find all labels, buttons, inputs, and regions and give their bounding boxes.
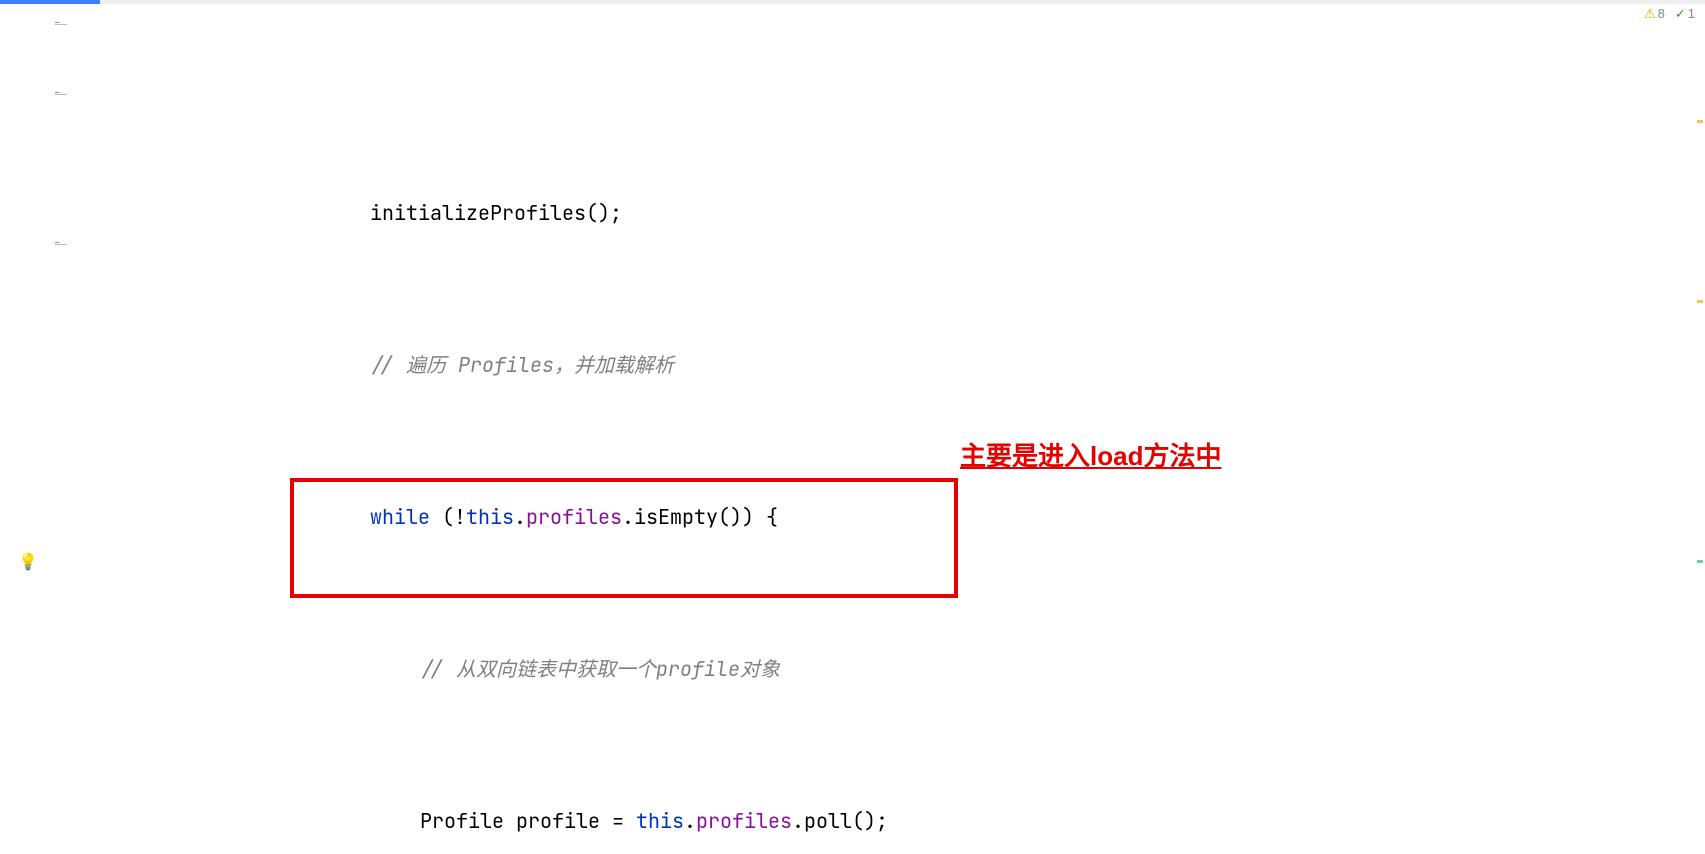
- code-text: (!: [430, 504, 466, 530]
- code-text: profile =: [504, 808, 636, 834]
- code-editor[interactable]: initializeProfiles(); // 遍历 Profiles，并加载…: [72, 4, 1705, 854]
- fold-marker[interactable]: [55, 244, 67, 245]
- comment: // 从双向链表中获取一个profile对象: [420, 656, 780, 682]
- fold-marker[interactable]: [55, 94, 67, 95]
- code-line[interactable]: // 从双向链表中获取一个profile对象: [72, 612, 1705, 650]
- scroll-marker: [1697, 120, 1703, 123]
- code-line[interactable]: Profile profile = this.profiles.poll();: [72, 764, 1705, 802]
- fold-column[interactable]: [52, 4, 70, 854]
- field-profiles: profiles: [696, 808, 792, 834]
- fold-marker[interactable]: [55, 24, 67, 25]
- code-line[interactable]: while (!this.profiles.isEmpty()) {: [72, 460, 1705, 498]
- code-text: initializeProfiles();: [370, 200, 622, 226]
- code-line[interactable]: // 遍历 Profiles，并加载解析: [72, 308, 1705, 346]
- code-line[interactable]: initializeProfiles();: [72, 156, 1705, 194]
- code-text: .: [684, 808, 696, 834]
- code-text: .poll();: [792, 808, 888, 834]
- editor-gutter[interactable]: 💡: [0, 4, 53, 854]
- scroll-marker: [1697, 560, 1703, 563]
- scroll-marker: [1697, 300, 1703, 303]
- keyword-while: while: [370, 504, 430, 530]
- keyword-this: this: [466, 504, 514, 530]
- field-profiles: profiles: [526, 504, 622, 530]
- code-text: .: [622, 504, 634, 530]
- code-text: isEmpty()) {: [634, 504, 778, 530]
- code-text: .: [514, 504, 526, 530]
- comment: // 遍历 Profiles，并加载解析: [370, 352, 674, 378]
- keyword-this: this: [636, 808, 684, 834]
- type-profile: Profile: [420, 808, 504, 834]
- intention-bulb-icon[interactable]: 💡: [18, 551, 38, 572]
- annotation-text: 主要是进入load方法中: [960, 436, 1221, 473]
